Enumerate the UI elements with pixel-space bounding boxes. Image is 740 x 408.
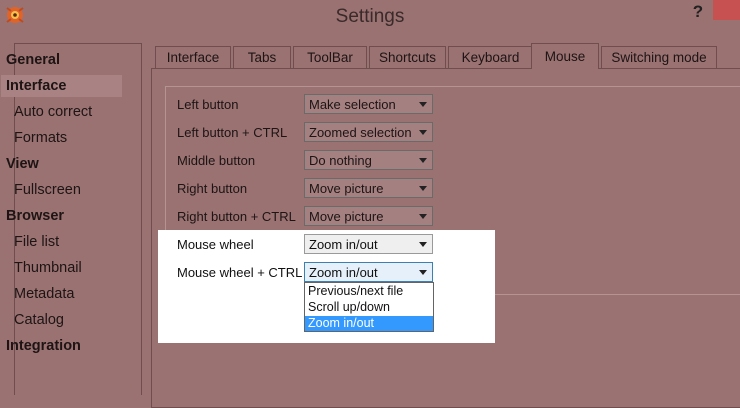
nav-item-general[interactable]: General [6, 49, 60, 71]
window-title: Settings [335, 6, 405, 27]
chevron-down-icon [419, 214, 427, 219]
right-button-ctrl-select[interactable]: Move picture [304, 206, 433, 226]
nav-item-catalog[interactable]: Catalog [14, 309, 64, 331]
close-button[interactable] [713, 0, 740, 20]
left-button-label: Left button [177, 97, 239, 112]
right-button-value: Move picture [309, 181, 384, 196]
nav-item-file-list[interactable]: File list [14, 231, 59, 253]
nav-item-interface[interactable]: Interface [1, 75, 122, 97]
chevron-down-icon [419, 242, 427, 247]
tab-tabs[interactable]: Tabs [233, 46, 291, 68]
title-bar: Settings ? [0, 0, 740, 34]
nav-item-auto-correct[interactable]: Auto correct [14, 101, 92, 123]
mouse-wheel-ctrl-select[interactable]: Zoom in/out [304, 262, 433, 282]
nav-item-metadata[interactable]: Metadata [14, 283, 74, 305]
nav-item-view[interactable]: View [6, 153, 39, 175]
left-button-select[interactable]: Make selection [304, 94, 433, 114]
left-button-ctrl-label: Left button + CTRL [177, 125, 288, 140]
chevron-down-icon [419, 270, 427, 275]
mouse-wheel-ctrl-label: Mouse wheel + CTRL [177, 265, 303, 280]
dropdown-option-previous-next-file[interactable]: Previous/next file [305, 284, 433, 299]
middle-button-label: Middle button [177, 153, 256, 168]
mouse-wheel-ctrl-dropdown-list: Previous/next file Scroll up/down Zoom i… [304, 282, 434, 332]
tab-keyboard[interactable]: Keyboard [448, 46, 533, 68]
dropdown-option-zoom-in-out[interactable]: Zoom in/out [305, 316, 433, 331]
tab-shortcuts[interactable]: Shortcuts [369, 46, 446, 68]
chevron-down-icon [419, 102, 427, 107]
nav-item-thumbnail[interactable]: Thumbnail [14, 257, 82, 279]
chevron-down-icon [419, 186, 427, 191]
chevron-down-icon [419, 130, 427, 135]
middle-button-value: Do nothing [309, 153, 372, 168]
middle-button-select[interactable]: Do nothing [304, 150, 433, 170]
left-button-value: Make selection [309, 97, 396, 112]
help-button[interactable]: ? [688, 2, 708, 24]
right-button-ctrl-value: Move picture [309, 209, 384, 224]
right-button-label: Right button [177, 181, 248, 196]
left-button-ctrl-select[interactable]: Zoomed selection [304, 122, 433, 142]
nav-item-browser[interactable]: Browser [6, 205, 64, 227]
nav-item-integration[interactable]: Integration [6, 335, 81, 357]
mouse-wheel-select[interactable]: Zoom in/out [304, 234, 433, 254]
tab-toolbar[interactable]: ToolBar [293, 46, 367, 68]
mouse-wheel-value: Zoom in/out [309, 237, 378, 252]
tab-switching-mode[interactable]: Switching mode [601, 46, 717, 68]
dropdown-option-scroll-up-down[interactable]: Scroll up/down [305, 300, 433, 315]
mouse-wheel-ctrl-value: Zoom in/out [309, 265, 378, 280]
left-button-ctrl-value: Zoomed selection [309, 125, 412, 140]
nav-item-fullscreen[interactable]: Fullscreen [14, 179, 81, 201]
right-button-select[interactable]: Move picture [304, 178, 433, 198]
tab-interface[interactable]: Interface [155, 46, 231, 68]
nav-item-formats[interactable]: Formats [14, 127, 67, 149]
chevron-down-icon [419, 158, 427, 163]
mouse-wheel-label: Mouse wheel [177, 237, 254, 252]
right-button-ctrl-label: Right button + CTRL [177, 209, 296, 224]
tab-mouse[interactable]: Mouse [531, 43, 599, 69]
